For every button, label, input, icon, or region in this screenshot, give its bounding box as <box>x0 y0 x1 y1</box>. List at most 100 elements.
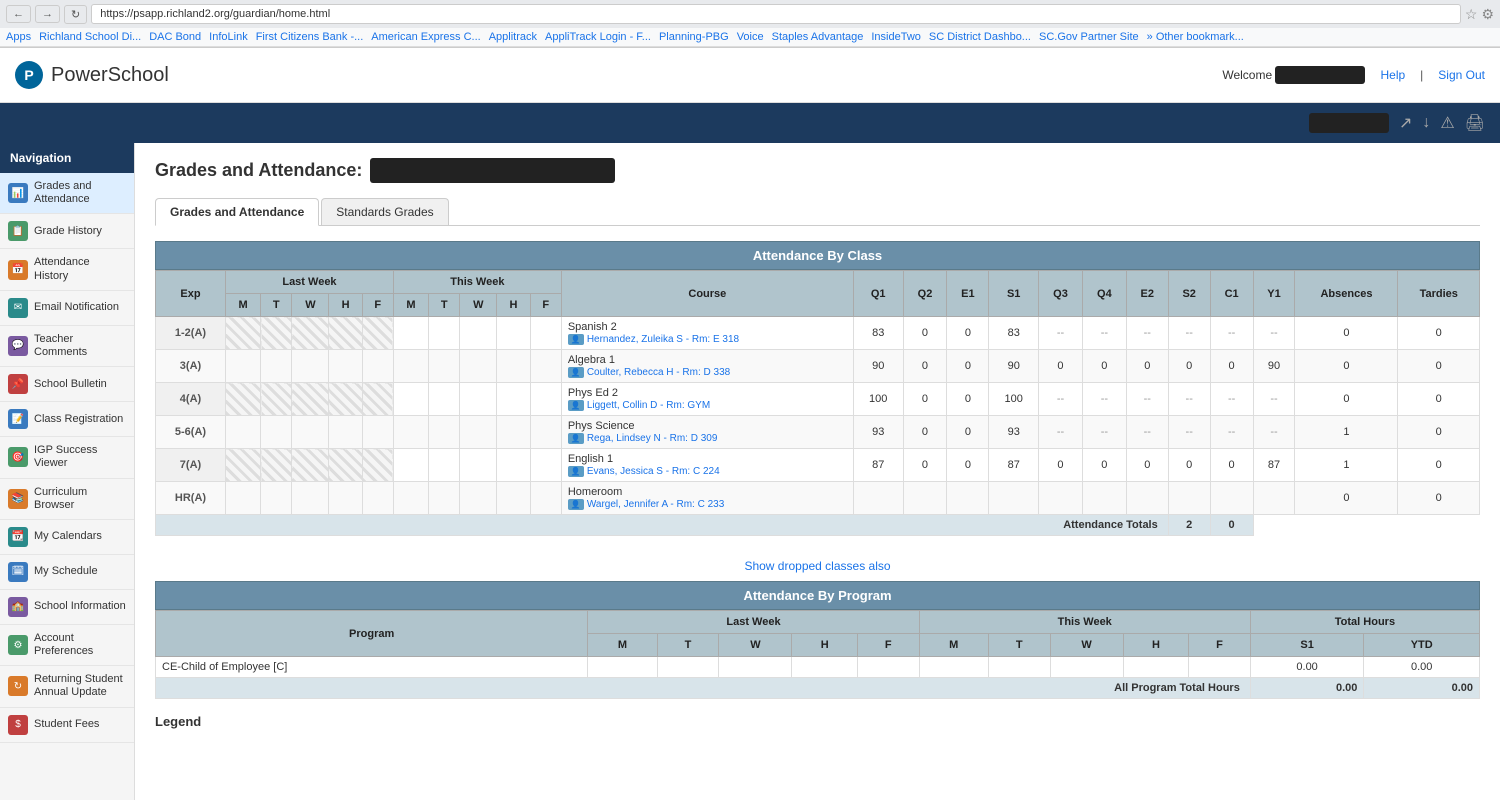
e1-cell: 0 <box>947 383 989 416</box>
sign-out-link[interactable]: Sign Out <box>1438 68 1485 82</box>
c1-cell: 0 <box>1210 350 1253 383</box>
external-link-icon[interactable]: ↗ <box>1399 113 1412 133</box>
page-title: Grades and Attendance: <box>155 158 1480 183</box>
lw-m-cell <box>226 482 261 515</box>
tab-grades-attendance[interactable]: Grades and Attendance <box>155 198 319 226</box>
student-selector[interactable] <box>1309 113 1389 133</box>
bookmark-scgov[interactable]: SC.Gov Partner Site <box>1039 31 1139 43</box>
sidebar-item-grades-attendance[interactable]: 📊 Grades and Attendance <box>0 173 134 214</box>
sidebar-item-igp-success-viewer[interactable]: 🎯 IGP Success Viewer <box>0 437 134 478</box>
sidebar-item-school-information[interactable]: 🏫 School Information <box>0 590 134 625</box>
q3-cell: 0 <box>1039 350 1083 383</box>
bookmark-applitrack-login[interactable]: AppliTrack Login - F... <box>545 31 651 43</box>
q2-cell: 0 <box>903 350 947 383</box>
igp-icon: 🎯 <box>8 447 28 467</box>
sidebar-item-attendance-history[interactable]: 📅 Attendance History <box>0 249 134 290</box>
sidebar-item-school-bulletin[interactable]: 📌 School Bulletin <box>0 367 134 402</box>
bookmark-infolink[interactable]: InfoLink <box>209 31 248 43</box>
bookmark-staples[interactable]: Staples Advantage <box>772 31 864 43</box>
p-lw-m <box>588 657 657 678</box>
sidebar-label: IGP Success Viewer <box>34 444 126 470</box>
print-icon[interactable]: 🖨 <box>1465 113 1485 133</box>
lw-t-cell <box>261 449 292 482</box>
bookmark-richland[interactable]: Richland School Di... <box>39 31 141 43</box>
grade-history-icon: 📋 <box>8 221 28 241</box>
attendance-by-program-header: Attendance By Program <box>155 581 1480 610</box>
sidebar-label: Attendance History <box>34 256 126 282</box>
sidebar-item-returning-student[interactable]: ↻ Returning Student Annual Update <box>0 666 134 707</box>
y1-header: Y1 <box>1253 271 1295 317</box>
bookmark-sc-district[interactable]: SC District Dashbo... <box>929 31 1031 43</box>
q2-cell <box>903 482 947 515</box>
address-bar[interactable] <box>91 4 1461 24</box>
sidebar-item-account-preferences[interactable]: ⚙ Account Preferences <box>0 625 134 666</box>
download-icon[interactable]: ↓ <box>1422 114 1430 132</box>
bookmark-insidetwo[interactable]: InsideTwo <box>871 31 921 43</box>
bookmark-voice[interactable]: Voice <box>737 31 764 43</box>
teacher-link[interactable]: 👤 Wargel, Jennifer A - Rm: C 233 <box>568 499 847 510</box>
exp-cell: 5-6(A) <box>156 416 226 449</box>
sidebar-item-my-calendars[interactable]: 📆 My Calendars <box>0 520 134 555</box>
main-layout: Navigation 📊 Grades and Attendance 📋 Gra… <box>0 143 1500 800</box>
sidebar-item-curriculum-browser[interactable]: 📚 Curriculum Browser <box>0 479 134 520</box>
tab-standards-grades[interactable]: Standards Grades <box>321 198 448 225</box>
bookmark-amex[interactable]: American Express C... <box>371 31 480 43</box>
sidebar-item-grade-history[interactable]: 📋 Grade History <box>0 214 134 249</box>
lw-w-cell <box>292 482 329 515</box>
prog-ytd-header: YTD <box>1364 634 1480 657</box>
refresh-button[interactable]: ↻ <box>64 5 87 24</box>
q2-cell: 0 <box>903 449 947 482</box>
s2-cell: 0 <box>1168 449 1210 482</box>
sidebar-item-class-registration[interactable]: 📝 Class Registration <box>0 402 134 437</box>
teacher-link[interactable]: 👤 Rega, Lindsey N - Rm: D 309 <box>568 433 847 444</box>
lw-m-cell <box>226 317 261 350</box>
teacher-link[interactable]: 👤 Liggett, Collin D - Rm: GYM <box>568 400 847 411</box>
back-button[interactable]: ← <box>6 5 31 23</box>
sidebar-item-teacher-comments[interactable]: 💬 Teacher Comments <box>0 326 134 367</box>
e2-cell: -- <box>1126 383 1168 416</box>
s1-cell: 93 <box>989 416 1039 449</box>
teacher-icon: 👤 <box>568 334 584 345</box>
course-cell: English 1 👤 Evans, Jessica S - Rm: C 224 <box>561 449 853 482</box>
plw-w: W <box>719 634 792 657</box>
tardies-cell: 0 <box>1398 350 1480 383</box>
sidebar-item-student-fees[interactable]: $ Student Fees <box>0 708 134 743</box>
course-name: Algebra 1 <box>568 354 847 366</box>
q3-cell: 0 <box>1039 449 1083 482</box>
sidebar-label: Class Registration <box>34 413 123 426</box>
teacher-link[interactable]: 👤 Evans, Jessica S - Rm: C 224 <box>568 466 847 477</box>
e1-cell: 0 <box>947 416 989 449</box>
forward-button[interactable]: → <box>35 5 60 23</box>
alert-icon[interactable]: ⚠ <box>1440 113 1454 133</box>
program-row: CE-Child of Employee [C] 0.00 0.00 <box>156 657 1480 678</box>
e2-cell: -- <box>1126 416 1168 449</box>
lw-f-cell <box>362 482 393 515</box>
bookmark-applitrack[interactable]: Applitrack <box>489 31 537 43</box>
sidebar-label: Curriculum Browser <box>34 486 126 512</box>
bookmark-dac[interactable]: DAC Bond <box>149 31 201 43</box>
teacher-icon: 👤 <box>568 400 584 411</box>
e2-header: E2 <box>1126 271 1168 317</box>
teacher-link[interactable]: 👤 Hernandez, Zuleika S - Rm: E 318 <box>568 334 847 345</box>
teacher-icon: 👤 <box>568 433 584 444</box>
p-lw-t <box>657 657 719 678</box>
sidebar: Navigation 📊 Grades and Attendance 📋 Gra… <box>0 143 135 800</box>
bookmark-apps[interactable]: Apps <box>6 31 31 43</box>
sidebar-label: Account Preferences <box>34 632 126 658</box>
tw-f-cell <box>530 383 561 416</box>
tw-m-cell <box>393 416 428 449</box>
ptw-t: T <box>988 634 1050 657</box>
bookmark-planning[interactable]: Planning-PBG <box>659 31 729 43</box>
lw-m: M <box>226 294 261 317</box>
teacher-link[interactable]: 👤 Coulter, Rebecca H - Rm: D 338 <box>568 367 847 378</box>
account-prefs-icon: ⚙ <box>8 635 28 655</box>
total-absences: 2 <box>1168 515 1210 536</box>
help-link[interactable]: Help <box>1380 68 1405 82</box>
sidebar-item-my-schedule[interactable]: 🗓 My Schedule <box>0 555 134 590</box>
bookmark-citizens[interactable]: First Citizens Bank -... <box>256 31 364 43</box>
show-dropped-link[interactable]: Show dropped classes also <box>744 559 890 573</box>
app-name: PowerSchool <box>51 64 169 87</box>
main-content: Grades and Attendance: Grades and Attend… <box>135 143 1500 800</box>
bookmark-more[interactable]: » Other bookmark... <box>1147 31 1244 43</box>
sidebar-item-email-notification[interactable]: ✉ Email Notification <box>0 291 134 326</box>
